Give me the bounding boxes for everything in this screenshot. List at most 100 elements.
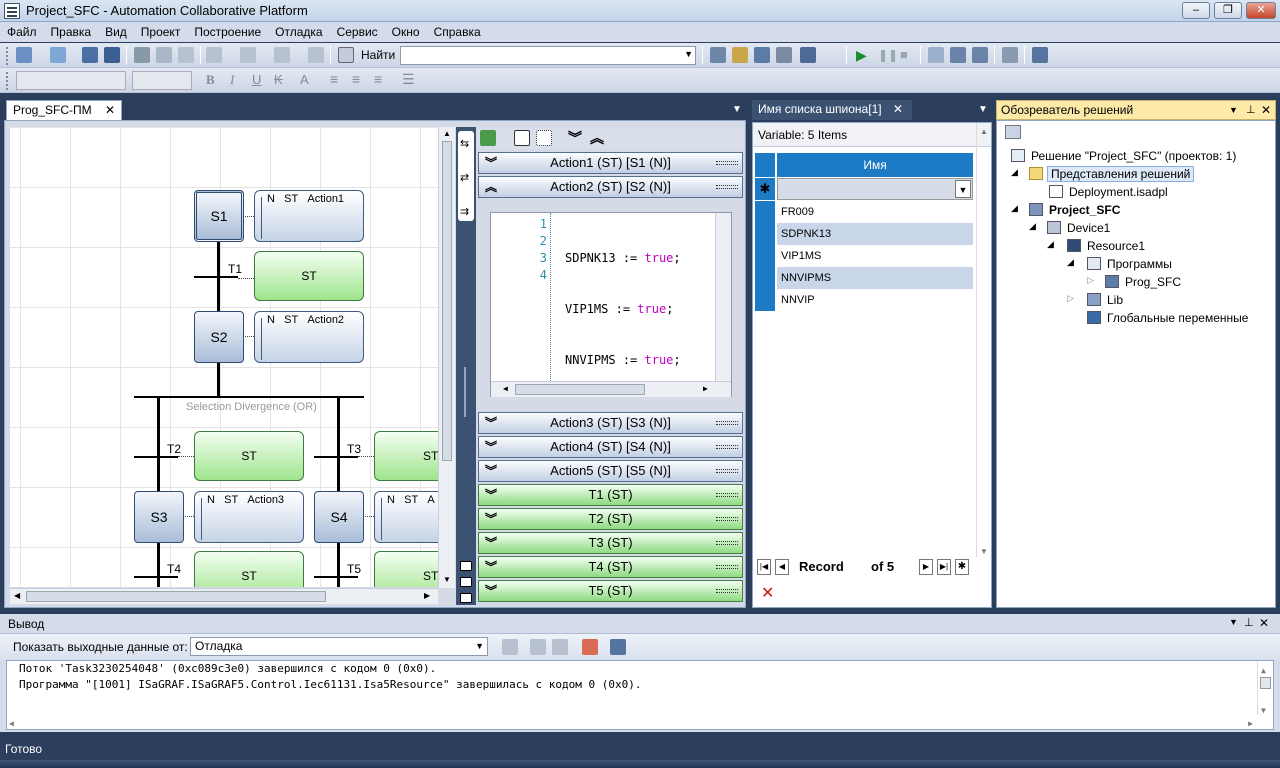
code-editor[interactable]: 1 2 3 4 SDPNK13 := true; VIP1MS := true;… <box>490 212 732 397</box>
find-combobox[interactable]: ▼ <box>400 46 696 65</box>
canvas-horizontal-scrollbar[interactable]: ◀ ▶ <box>10 588 438 604</box>
expand-all-icon[interactable]: ︾ <box>568 128 582 148</box>
expand-icon[interactable]: ︾ <box>485 533 497 553</box>
last-record-button[interactable]: ▶| <box>937 559 951 575</box>
chevron-down-icon[interactable]: ▼ <box>1229 617 1238 627</box>
tree-device[interactable]: Device1 <box>1067 221 1110 235</box>
redo-icon[interactable] <box>240 47 256 63</box>
menu-help[interactable]: Справка <box>427 22 488 40</box>
new-project-icon[interactable] <box>16 47 32 63</box>
next-message-icon[interactable] <box>552 639 568 655</box>
pin-icon[interactable]: ⊥ <box>1246 101 1256 119</box>
action-bar-5[interactable]: ︾ Action5 (ST) [S5 (N)] <box>478 460 743 482</box>
list-icon[interactable]: ☰ <box>402 71 415 88</box>
navigate-forward-icon[interactable] <box>308 47 324 63</box>
expand-arrow-icon[interactable]: ◢ <box>1029 221 1036 232</box>
align-right-icon[interactable]: ≡ <box>374 71 382 87</box>
undo-icon[interactable] <box>206 47 222 63</box>
menu-file[interactable]: Файл <box>0 22 44 40</box>
step-s1[interactable]: S1 <box>194 190 244 242</box>
list-view-icon[interactable] <box>514 130 530 146</box>
transition-bar-t3[interactable]: ︾ T3 (ST) <box>478 532 743 554</box>
italic-icon[interactable]: I <box>230 72 234 88</box>
expand-arrow-icon[interactable]: ◢ <box>1067 257 1074 268</box>
add-item-icon[interactable] <box>50 47 66 63</box>
sfc-tool-icon[interactable]: ⇉ <box>460 205 469 218</box>
editor-tab[interactable]: Prog_SFC-ПМ ✕ <box>6 100 123 120</box>
output-source-select[interactable]: Отладка ▼ <box>190 637 488 656</box>
toolbar-grip-2[interactable] <box>6 72 10 90</box>
collapse-icon[interactable]: ︽ <box>485 177 497 197</box>
pin-icon[interactable]: ⊥ <box>1244 616 1254 629</box>
minimize-button[interactable]: – <box>1182 2 1210 19</box>
delete-icon[interactable]: ✕ <box>761 583 774 603</box>
font-family-combobox[interactable] <box>16 71 126 90</box>
transition-body-t5[interactable]: ST <box>374 551 438 587</box>
tree-solution[interactable]: Решение "Project_SFC" (проектов: 1) <box>1031 149 1236 163</box>
menu-build[interactable]: Построение <box>187 22 268 40</box>
transition-bar-t5[interactable]: ︾ T5 (ST) <box>478 580 743 602</box>
output-text[interactable]: Поток 'Task3230254048' (0xc089c3e0) заве… <box>6 660 1274 730</box>
watch-row-2[interactable]: SDPNK13 <box>777 223 973 245</box>
watch-row-1[interactable]: FR009 <box>777 201 973 223</box>
clear-all-icon[interactable] <box>582 639 598 655</box>
watch-row-3[interactable]: VIP1MS <box>777 245 973 267</box>
tree-solution-views[interactable]: Представления решений <box>1047 166 1195 182</box>
transition-bar-t1[interactable]: ︾ T1 (ST) <box>478 484 743 506</box>
paste-icon[interactable] <box>178 47 194 63</box>
sfc-tool-icon[interactable]: ⇄ <box>460 171 469 184</box>
menu-view[interactable]: Вид <box>98 22 134 40</box>
word-wrap-icon[interactable] <box>610 639 626 655</box>
start-debug-icon[interactable]: ▶ <box>856 47 867 64</box>
font-color-icon[interactable]: A <box>300 72 309 87</box>
expand-arrow-icon[interactable]: ◢ <box>1011 167 1018 178</box>
menu-window[interactable]: Окно <box>385 22 427 40</box>
expand-arrow-icon[interactable]: ◢ <box>1047 239 1054 250</box>
tree-resource[interactable]: Resource1 <box>1087 239 1145 253</box>
action-bar-4[interactable]: ︾ Action4 (ST) [S4 (N)] <box>478 436 743 458</box>
step-s3[interactable]: S3 <box>134 491 184 543</box>
menu-debug[interactable]: Отладка <box>268 22 329 40</box>
prev-message-icon[interactable] <box>530 639 546 655</box>
close-tab-icon[interactable]: ✕ <box>105 103 115 117</box>
watch-vertical-scrollbar[interactable]: ▲ ▼ <box>976 123 990 557</box>
chevron-down-icon[interactable]: ▼ <box>955 180 971 198</box>
stop-icon[interactable]: ■ <box>900 47 908 62</box>
menu-tools[interactable]: Сервис <box>330 22 385 40</box>
action-block-3[interactable]: N ST Action3 <box>194 491 304 543</box>
collapse-all-icon[interactable]: ︽ <box>590 128 604 148</box>
navigate-back-icon[interactable] <box>274 47 290 63</box>
step-out-icon[interactable] <box>972 47 988 63</box>
collapse-arrow-icon[interactable]: ▷ <box>1067 293 1074 304</box>
expand-icon[interactable]: ︾ <box>485 557 497 577</box>
chevron-down-icon[interactable]: ▼ <box>978 104 988 115</box>
expand-arrow-icon[interactable]: ◢ <box>1011 203 1018 214</box>
properties-icon[interactable] <box>754 47 770 63</box>
device-icon[interactable] <box>800 47 816 63</box>
next-record-button[interactable]: ▶ <box>919 559 933 575</box>
close-panel-icon[interactable]: ✕ <box>1259 616 1269 630</box>
expand-icon[interactable]: ︾ <box>485 461 497 481</box>
code-horizontal-scrollbar[interactable]: ◀ ▶ <box>491 381 731 397</box>
window-layout-icon[interactable] <box>1032 47 1048 63</box>
expand-icon[interactable]: ︾ <box>485 485 497 505</box>
view-mode-icon[interactable] <box>460 593 472 603</box>
close-button[interactable]: ✕ <box>1246 2 1276 19</box>
toolbar-grip[interactable] <box>6 47 10 65</box>
step-into-icon[interactable] <box>950 47 966 63</box>
action-block-2[interactable]: N ST Action2 <box>254 311 364 363</box>
goto-location-icon[interactable] <box>502 639 518 655</box>
save-icon[interactable] <box>82 47 98 63</box>
action-block-1[interactable]: N ST Action1 <box>254 190 364 242</box>
bold-icon[interactable]: B <box>206 72 215 88</box>
font-size-combobox[interactable] <box>132 71 192 90</box>
menu-project[interactable]: Проект <box>134 22 188 40</box>
tree-project[interactable]: Project_SFC <box>1049 203 1120 217</box>
strikethrough-icon[interactable]: K <box>274 72 283 87</box>
tree-lib[interactable]: Lib <box>1107 293 1123 307</box>
align-left-icon[interactable]: ≡ <box>330 71 338 87</box>
transition-bar-t2[interactable]: ︾ T2 (ST) <box>478 508 743 530</box>
tools-icon[interactable] <box>776 47 792 63</box>
collapse-arrow-icon[interactable]: ▷ <box>1087 275 1094 286</box>
output-vertical-scrollbar[interactable]: ▲ ▼ <box>1257 661 1273 715</box>
